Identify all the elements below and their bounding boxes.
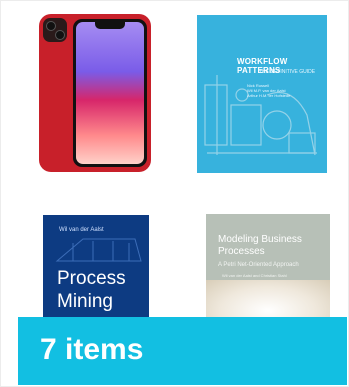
workflow-patterns-book-cover[interactable]: WORKFLOW PATTERNS THE DEFINITIVE GUIDE N… [197,15,327,173]
items-count-banner[interactable]: 7 items [18,317,347,385]
book-subtitle: THE DEFINITIVE GUIDE [259,69,316,75]
phone-wallpaper [76,22,144,164]
iphone-image[interactable] [39,14,151,172]
product-collection-card[interactable]: WORKFLOW PATTERNS THE DEFINITIVE GUIDE N… [0,0,349,387]
book-author: Wil van der Aalst [59,227,104,233]
book-subtitle: A Petri Net-Oriented Approach [218,262,299,268]
items-count: 7 items [40,333,144,366]
book-title: Modeling Business Processes [218,234,302,257]
book-authors: Wil van der Aalst and Christian Stahl [222,273,287,278]
book-title: Process Mining [57,268,126,312]
modeling-business-processes-book-cover[interactable]: Modeling Business Processes A Petri Net-… [206,214,330,324]
process-mining-book-cover[interactable]: Wil van der Aalst Process Mining [43,215,149,325]
phone-notch [95,22,125,29]
camera-icon [43,18,67,42]
phone-screen [73,19,147,167]
book-authors: Nick Russell Wil M.P. van der Aalst Arth… [247,83,291,98]
